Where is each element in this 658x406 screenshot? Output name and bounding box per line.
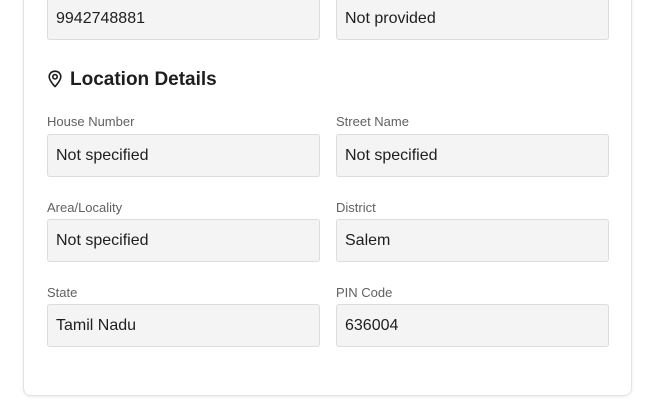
area-locality-value: Not specified <box>56 232 149 249</box>
pin-code-value: 636004 <box>345 317 399 334</box>
phone-number-field: 9942748881 <box>47 0 320 40</box>
area-locality-label: Area/Locality <box>47 200 123 215</box>
phone-number-value: 9942748881 <box>56 10 145 27</box>
state-value: Tamil Nadu <box>56 317 137 334</box>
pin-code-label: PIN Code <box>336 285 393 300</box>
district-label: District <box>336 200 376 215</box>
house-number-label: House Number <box>47 114 135 129</box>
house-number-value: Not specified <box>56 147 149 164</box>
alternate-contact-value: Not provided <box>345 10 436 27</box>
state-field: Tamil Nadu <box>47 304 320 347</box>
alternate-contact-field: Not provided <box>336 0 609 40</box>
section-title: Location Details <box>70 69 217 90</box>
area-locality-field: Not specified <box>47 219 320 262</box>
street-name-label: Street Name <box>336 114 409 129</box>
pin-code-field: 636004 <box>336 304 609 347</box>
house-number-field: Not specified <box>47 134 320 177</box>
district-field: Salem <box>336 219 609 262</box>
map-pin-icon <box>48 70 62 88</box>
state-label: State <box>47 285 78 300</box>
street-name-field: Not specified <box>336 134 609 177</box>
district-value: Salem <box>345 232 391 249</box>
street-name-value: Not specified <box>345 147 438 164</box>
